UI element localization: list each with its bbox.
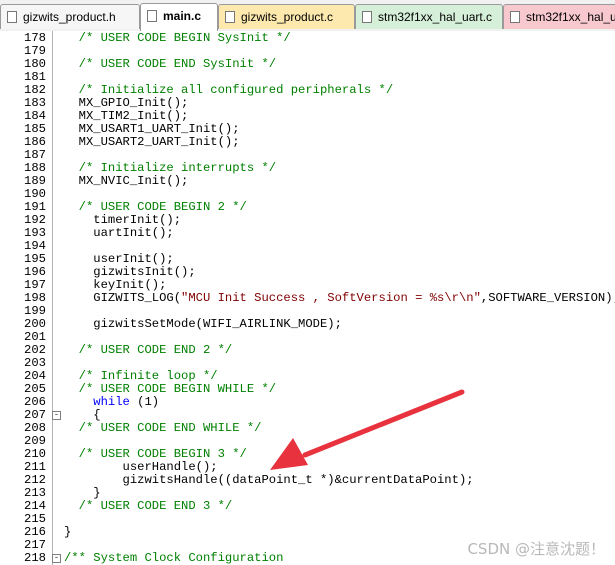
code-text: } (64, 526, 71, 539)
file-icon (510, 11, 520, 23)
tab-label: gizwits_product.c (241, 10, 334, 24)
code-text: gizwitsSetMode(WIFI_AIRLINK_MODE); (64, 318, 342, 331)
code-line: 186 MX_USART2_UART_Init(); (0, 136, 615, 149)
code-token: /* Infinite loop */ (78, 369, 218, 383)
code-text: /* USER CODE END 2 */ (64, 343, 233, 357)
code-text: MX_USART2_UART_Init(); (64, 136, 240, 149)
tab-file-4[interactable]: stm32f1xx_hal_u (503, 4, 615, 29)
tab-label: main.c (163, 9, 202, 23)
file-icon (147, 10, 157, 22)
code-line: 202 /* USER CODE END 2 */ (0, 344, 615, 357)
code-line: 200 gizwitsSetMode(WIFI_AIRLINK_MODE); (0, 318, 615, 331)
code-text: gizwitsHandle((dataPoint_t *)&currentDat… (64, 474, 474, 487)
code-token: uartInit(); (64, 226, 174, 240)
tab-file-3[interactable]: stm32f1xx_hal_uart.c (355, 4, 503, 29)
code-text: /* USER CODE BEGIN SysInit */ (64, 32, 291, 45)
code-token: MX_USART2_UART_Init(); (64, 135, 240, 149)
code-line: 178 /* USER CODE BEGIN SysInit */ (0, 32, 615, 45)
code-text: /* USER CODE END 3 */ (64, 499, 233, 513)
fold-toggle-icon[interactable]: - (52, 411, 61, 420)
code-text: GIZWITS_LOG("MCU Init Success , SoftVers… (64, 292, 615, 305)
code-line: 180 /* USER CODE END SysInit */ (0, 58, 615, 71)
code-token: gizwitsSetMode(WIFI_AIRLINK_MODE); (64, 317, 342, 331)
code-line: 198 GIZWITS_LOG("MCU Init Success , Soft… (0, 292, 615, 305)
tab-label: stm32f1xx_hal_u (526, 10, 615, 24)
code-token: /* USER CODE END 2 */ (78, 343, 233, 357)
code-text: /* USER CODE END SysInit */ (64, 58, 276, 71)
tab-file-2[interactable]: gizwits_product.c (218, 4, 355, 29)
code-token: MX_TIM2_Init(); (64, 109, 189, 123)
code-token: userHandle(); (64, 460, 218, 474)
code-text: MX_NVIC_Init(); (64, 174, 189, 188)
code-token: } (64, 525, 72, 539)
tab-file-0[interactable]: gizwits_product.h (0, 4, 140, 29)
code-token: /* Initialize all configured peripherals… (78, 83, 394, 97)
code-text: /* USER CODE END WHILE */ (64, 421, 262, 435)
code-token: /* USER CODE END 3 */ (78, 499, 233, 513)
code-line: 215 (0, 513, 615, 526)
code-line: 189 MX_NVIC_Init(); (0, 175, 615, 188)
code-token: MX_NVIC_Init(); (64, 174, 189, 188)
code-token: /* USER CODE BEGIN SysInit */ (78, 31, 291, 45)
file-icon (225, 11, 235, 23)
code-token: ,SOFTWARE_VERSION); (480, 291, 615, 305)
tab-label: gizwits_product.h (23, 10, 116, 24)
code-token: } (64, 486, 101, 500)
code-token: keyInit(); (64, 278, 167, 292)
csdn-watermark: CSDN @注意沈题！ (467, 540, 605, 558)
code-token: { (64, 408, 101, 422)
file-icon (7, 11, 17, 23)
code-line: 214 /* USER CODE END 3 */ (0, 500, 615, 513)
code-editor[interactable]: 178 /* USER CODE BEGIN SysInit */179 180 … (0, 31, 615, 565)
code-token: /* Initialize interrupts */ (78, 161, 277, 175)
code-token: gizwitsInit(); (64, 265, 196, 279)
code-token: /** System Clock Configuration (64, 551, 284, 565)
code-token: gizwitsHandle((dataPoint_t *)&currentDat… (64, 473, 474, 487)
code-token: (1) (129, 395, 160, 409)
code-text: uartInit(); (64, 226, 174, 240)
code-token: GIZWITS_LOG( (64, 291, 182, 305)
code-token: "MCU Init Success , SoftVersion = %s\r\n… (181, 291, 481, 305)
line-number: 218 (24, 551, 46, 565)
code-token: timerInit(); (64, 213, 182, 227)
code-token: while (93, 395, 130, 409)
code-token: /* USER CODE BEGIN 3 */ (78, 447, 247, 461)
code-token: /* USER CODE BEGIN 2 */ (78, 200, 247, 214)
tab-label: stm32f1xx_hal_uart.c (378, 10, 493, 24)
code-token: /* USER CODE END WHILE */ (78, 421, 262, 435)
code-line: 193 uartInit(); (0, 227, 615, 240)
code-token: MX_USART1_UART_Init(); (64, 122, 240, 136)
code-token: userInit(); (64, 252, 174, 266)
file-icon (362, 11, 372, 23)
fold-toggle-icon[interactable]: - (52, 554, 61, 563)
code-text: /** System Clock Configuration (64, 552, 283, 565)
tab-bar: gizwits_product.h main.c gizwits_product.c… (0, 0, 615, 32)
code-token: MX_GPIO_Init(); (64, 96, 189, 110)
code-line: 208 /* USER CODE END WHILE */ (0, 422, 615, 435)
code-token: /* USER CODE BEGIN WHILE */ (78, 382, 277, 396)
tab-file-1[interactable]: main.c (140, 3, 218, 31)
code-token: /* USER CODE END SysInit */ (78, 57, 277, 71)
